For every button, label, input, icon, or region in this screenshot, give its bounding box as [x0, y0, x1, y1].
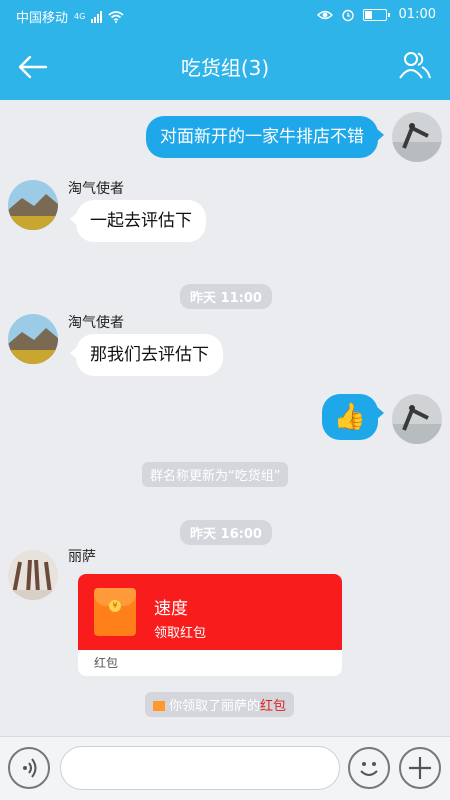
red-envelope-icon: ¥: [94, 588, 136, 636]
sender-name: 丽萨: [68, 549, 96, 565]
red-packet-card[interactable]: ¥ 速度 领取红包 红包: [78, 574, 342, 676]
network-type: 4G: [74, 12, 86, 21]
signal-icon: [91, 10, 103, 23]
avatar-taoqi[interactable]: [8, 180, 58, 230]
alarm-icon: [341, 9, 354, 21]
small-envelope-icon: [153, 701, 165, 711]
chat-area[interactable]: 对面新开的一家牛排店不错 淘气使者 一起去评估下 昨天 11:00 淘气使者 那…: [0, 100, 450, 736]
message-bubble-outgoing[interactable]: 对面新开的一家牛排店不错: [146, 116, 384, 158]
chat-header: 吃货组(3): [0, 32, 450, 100]
message-bubble-incoming[interactable]: 那我们去评估下: [70, 334, 223, 376]
sender-name: 淘气使者: [68, 181, 124, 197]
red-packet-footer: 红包: [94, 656, 119, 670]
plus-icon[interactable]: [399, 747, 441, 789]
people-icon[interactable]: [398, 48, 432, 82]
carrier-name: 中国移动: [16, 11, 69, 26]
timestamp: 昨天 16:00: [180, 520, 272, 545]
red-packet-subtitle: 领取红包: [154, 626, 207, 641]
battery-icon: [362, 8, 390, 21]
emoji-message-bubble[interactable]: 👍: [321, 394, 385, 440]
red-packet-link[interactable]: 红包: [260, 699, 286, 714]
avatar-taoqi[interactable]: [8, 314, 58, 364]
system-notice: 群名称更新为“吃货组”: [142, 462, 289, 487]
emoji-icon[interactable]: [348, 747, 390, 789]
timestamp: 昨天 11:00: [180, 284, 272, 309]
avatar-me[interactable]: [392, 112, 442, 162]
status-bar: 中国移动 4G 01:00: [0, 0, 450, 32]
voice-icon[interactable]: [8, 747, 50, 789]
red-packet-title: 速度: [154, 599, 188, 619]
avatar-lisa[interactable]: [8, 550, 58, 600]
sender-name: 淘气使者: [68, 315, 124, 331]
system-notice: 你领取了丽萨的红包: [145, 692, 295, 717]
thumbs-up-icon: 👍: [333, 402, 366, 432]
input-bar: [0, 736, 450, 800]
notice-text: 你领取了丽萨的: [169, 699, 261, 714]
page-title: 吃货组(3): [180, 56, 270, 80]
message-bubble-incoming[interactable]: 一起去评估下: [70, 200, 206, 242]
message-input[interactable]: [60, 746, 340, 790]
eye-icon: [316, 10, 333, 19]
clock: 01:00: [398, 7, 436, 22]
wifi-icon: [108, 10, 124, 23]
avatar-me[interactable]: [392, 394, 442, 444]
